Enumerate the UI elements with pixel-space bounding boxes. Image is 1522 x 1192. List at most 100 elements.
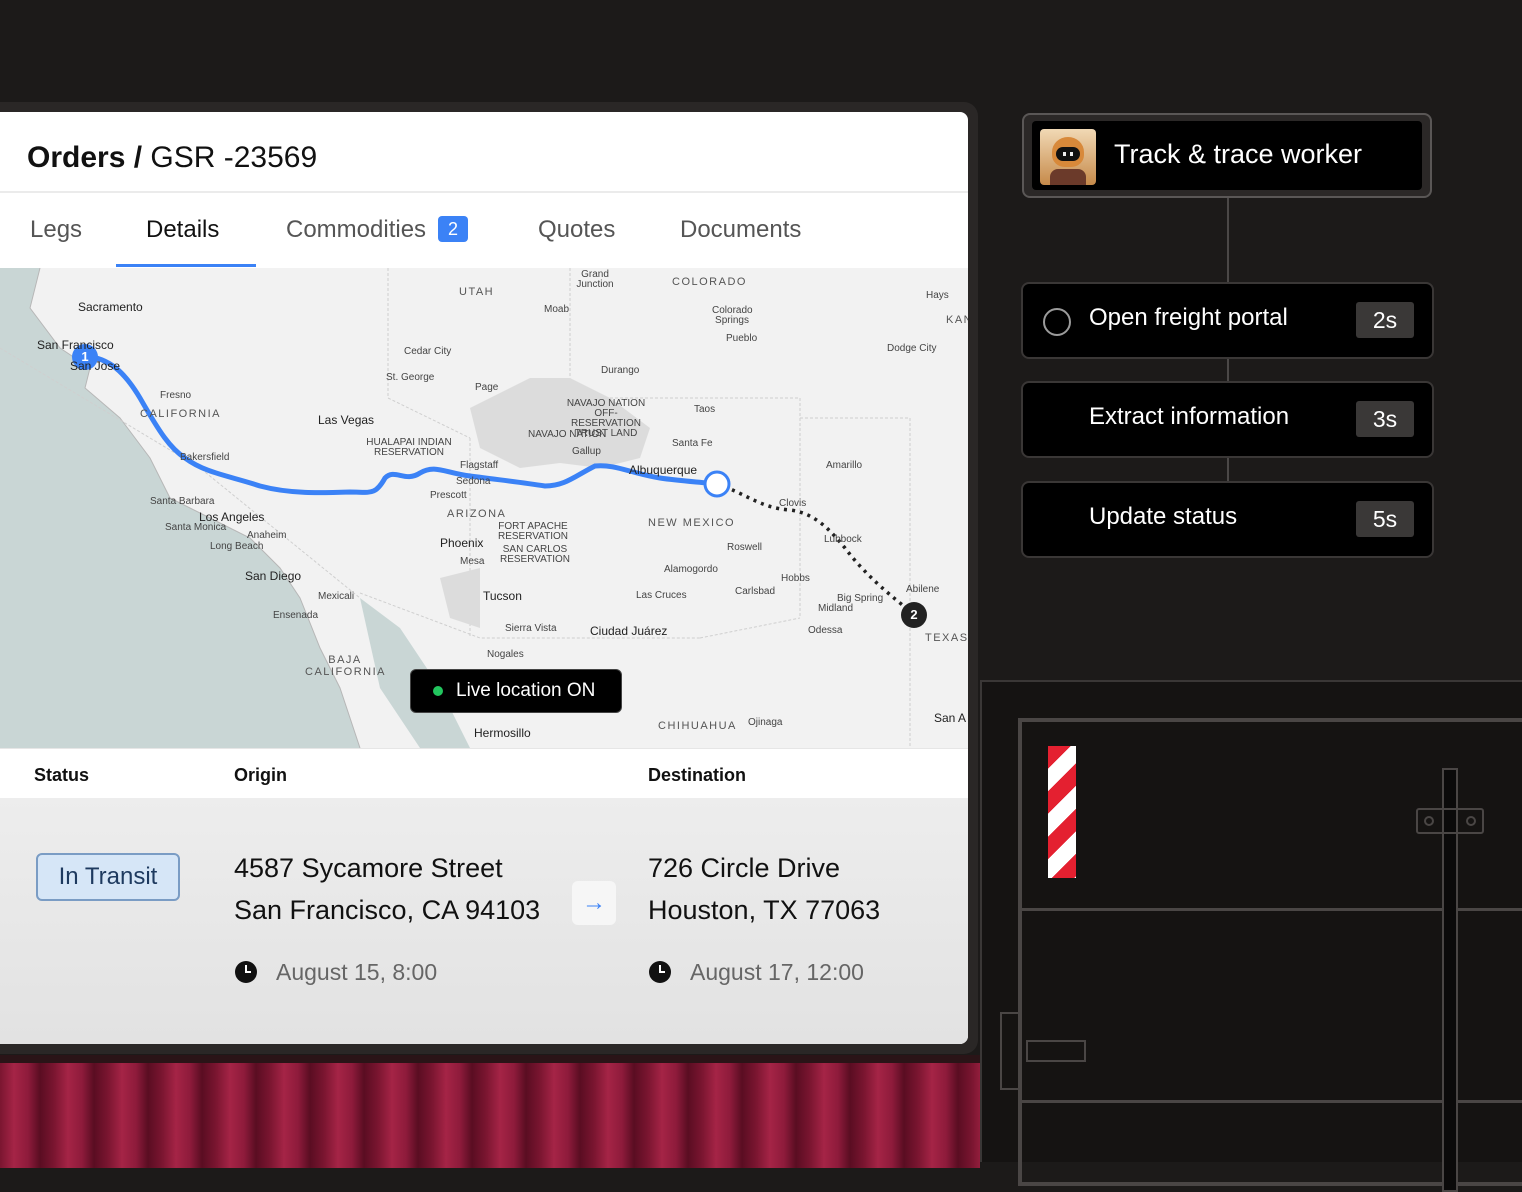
region-label: SAN CARLOS RESERVATION: [499, 544, 570, 565]
city-label: Abilene: [906, 584, 940, 595]
city-label: Bakersfield: [180, 452, 230, 463]
city-label: Prescott: [430, 490, 467, 501]
door-frame: [1000, 718, 1522, 1192]
city-label: Hermosillo: [474, 726, 531, 740]
city-label: Mesa: [460, 556, 485, 567]
status-column-header: Status: [34, 765, 90, 785]
clock-icon: [235, 961, 257, 983]
state-label: COLORADO: [672, 276, 747, 288]
route-map[interactable]: 1 2 UTAH COLORADO KAN CALIFORNIA ARIZONA…: [0, 268, 968, 748]
status-badge: In Transit: [36, 853, 180, 901]
step-radio-icon[interactable]: [1043, 308, 1071, 336]
city-label: Dodge City: [887, 343, 937, 354]
worker-card-inner: Track & trace worker: [1032, 121, 1422, 190]
route-arrow-icon: →: [572, 881, 616, 925]
tab-label: Quotes: [538, 216, 616, 243]
city-label: Clovis: [779, 498, 807, 509]
robot-body: [1050, 169, 1086, 185]
tab-label: Details: [146, 216, 220, 243]
warning-stripe: [1048, 746, 1076, 878]
step-connector: [1227, 198, 1229, 282]
state-label: CALIFORNIA: [140, 408, 222, 420]
city-label: Hays: [926, 290, 949, 301]
robot-eye: [1063, 152, 1066, 156]
workflow-step-open-portal[interactable]: Open freight portal 2s: [1021, 282, 1434, 359]
worker-title: Track & trace worker: [1114, 139, 1363, 169]
tab-label: Legs: [30, 216, 83, 243]
door-handle: [1026, 1040, 1086, 1062]
robot-avatar: [1040, 129, 1096, 185]
state-label: KAN: [946, 314, 968, 326]
city-label: Santa Monica: [165, 522, 227, 533]
region-label: NAVAJO NATION: [528, 429, 607, 440]
robot-visor: [1056, 147, 1080, 161]
region-label: FORT APACHE RESERVATION: [497, 521, 568, 542]
step-connector: [1227, 457, 1229, 481]
destination-address-line2: Houston, TX 77063: [648, 895, 881, 925]
step-duration: 3s: [1356, 401, 1414, 437]
state-label: CHIHUAHUA: [658, 720, 737, 732]
state-label: UTAH: [459, 286, 495, 298]
live-location-label: Live location ON: [456, 680, 596, 701]
city-label: Sierra Vista: [505, 623, 557, 634]
details-table-header: Status Origin Destination: [0, 748, 968, 799]
tab-legs[interactable]: Legs: [30, 193, 82, 267]
city-label: Moab: [544, 304, 570, 315]
step-duration: 5s: [1356, 501, 1414, 537]
tab-documents[interactable]: Documents: [680, 193, 801, 267]
tab-label: Documents: [680, 216, 802, 243]
city-label: San Francisco: [37, 338, 114, 352]
city-label: Colorado Springs: [712, 305, 753, 326]
worker-card[interactable]: Track & trace worker: [1022, 113, 1432, 198]
workflow-step-update-status[interactable]: Update status 5s: [1021, 481, 1434, 558]
state-label: NEW MEXICO: [648, 517, 736, 529]
breadcrumb-parent[interactable]: Orders /: [27, 141, 142, 174]
origin-address-line1: 4587 Sycamore Street: [234, 853, 503, 883]
tab-details[interactable]: Details: [146, 193, 219, 267]
origin-address-line2: San Francisco, CA 94103: [234, 895, 541, 925]
city-label: Mexicali: [318, 591, 355, 602]
city-label: Lubbock: [824, 534, 862, 545]
city-label: Carlsbad: [735, 586, 776, 597]
breadcrumb-current: GSR -23569: [150, 141, 318, 174]
state-label: TEXAS: [925, 632, 968, 644]
city-label: San Jose: [70, 359, 121, 373]
state-label: BAJA CALIFORNIA: [305, 654, 387, 678]
robot-eye: [1070, 152, 1073, 156]
count-badge: 2: [438, 216, 469, 242]
live-status-dot: [433, 686, 443, 696]
workflow-step-extract[interactable]: Extract information 3s: [1021, 381, 1434, 458]
city-label: Pueblo: [726, 333, 758, 344]
tab-label: Commodities: [286, 216, 427, 243]
tab-bar: Legs Details Commodities 2 Quotes Documen…: [0, 193, 968, 267]
tab-quotes[interactable]: Quotes: [538, 193, 615, 267]
city-label: Sacramento: [78, 300, 143, 314]
destination-address-line1: 726 Circle Drive: [648, 853, 841, 883]
city-label: Grand Junction: [576, 269, 614, 290]
city-label: Tucson: [483, 589, 522, 603]
city-label: Odessa: [808, 625, 843, 636]
door-latch: [1416, 808, 1484, 834]
tab-commodities[interactable]: Commodities 2: [286, 193, 469, 267]
origin-time-text: August 15, 8:00: [276, 959, 438, 985]
destination-column-header: Destination: [648, 765, 747, 785]
city-label: Ensenada: [273, 610, 319, 621]
city-label: Albuquerque: [629, 463, 698, 477]
step-label: Extract information: [1089, 403, 1290, 430]
step-label: Open freight portal: [1089, 304, 1288, 331]
city-label: Las Vegas: [318, 413, 375, 427]
breadcrumb: Orders / GSR -23569: [27, 138, 317, 178]
order-window: Orders / GSR -23569 Legs Details Commodi…: [0, 112, 968, 1044]
city-label: Durango: [601, 365, 640, 376]
city-label: San Diego: [245, 569, 302, 583]
live-location-indicator[interactable]: Live location ON: [410, 669, 622, 713]
city-label: Sedona: [456, 476, 491, 487]
city-label: Alamogordo: [664, 564, 718, 575]
stop-marker-destination[interactable]: 2: [901, 602, 927, 628]
city-label: Cedar City: [404, 346, 452, 357]
current-location-marker[interactable]: [703, 470, 731, 498]
city-label: Phoenix: [440, 536, 484, 550]
shipping-container-decoration: [0, 1055, 980, 1168]
city-label: Las Cruces: [636, 590, 687, 601]
destination-time-text: August 17, 12:00: [690, 959, 864, 985]
